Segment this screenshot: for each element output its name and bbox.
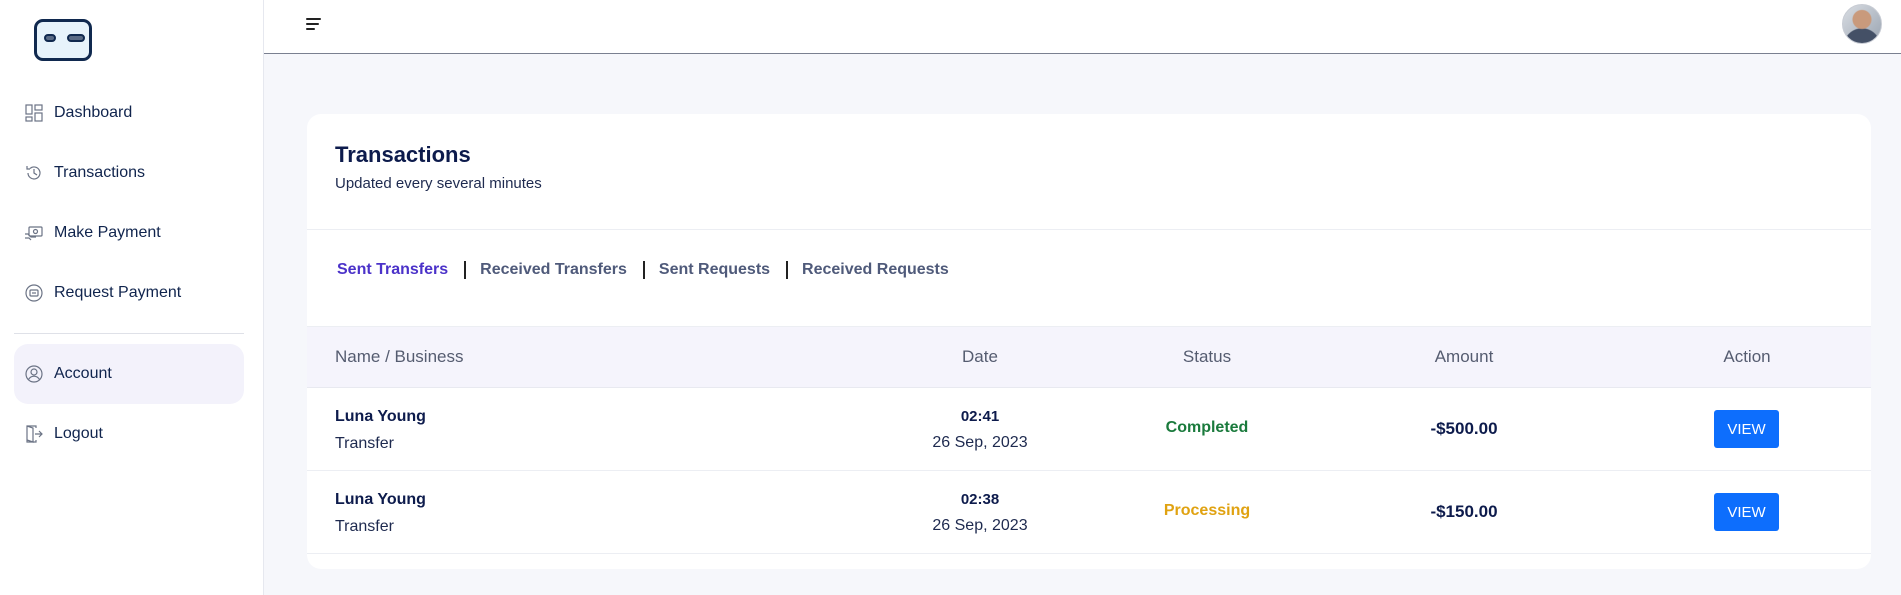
view-button[interactable]: VIEW	[1714, 410, 1779, 448]
dashboard-icon	[24, 103, 44, 123]
app-logo[interactable]	[34, 19, 92, 61]
column-header-status: Status	[1182, 347, 1232, 366]
transaction-type: Transfer	[335, 518, 394, 535]
tab-sent-requests[interactable]: Sent Requests	[659, 261, 770, 279]
transaction-time: 02:38	[960, 491, 1000, 508]
user-icon	[24, 364, 44, 384]
transaction-date: 26 Sep, 2023	[932, 434, 1028, 451]
request-payment-icon	[24, 283, 44, 303]
transaction-amount: -$150.00	[1430, 502, 1498, 521]
page-title: Transactions	[335, 142, 471, 167]
sidebar-item-make-payment[interactable]: Make Payment	[14, 203, 244, 263]
tab-separator	[464, 261, 467, 279]
sidebar-item-label: Transactions	[54, 164, 145, 181]
table-row: Luna Young Transfer 02:41 26 Sep, 2023 C…	[307, 388, 1871, 471]
transaction-tabs: Sent Transfers Received Transfers Sent R…	[337, 261, 949, 279]
recipient-name: Luna Young	[335, 408, 426, 425]
sidebar-item-label: Make Payment	[54, 224, 161, 241]
tab-separator	[642, 261, 645, 279]
tab-sent-transfers[interactable]: Sent Transfers	[337, 261, 448, 279]
transaction-amount: -$500.00	[1430, 419, 1498, 438]
cell-date: 02:38 26 Sep, 2023	[900, 491, 1060, 535]
sidebar-item-label: Logout	[54, 425, 103, 442]
sidebar-item-request-payment[interactable]: Request Payment	[14, 263, 244, 323]
cell-name: Luna Young Transfer	[335, 408, 426, 453]
table-header: Name / Business Date Status Amount Actio…	[307, 326, 1871, 388]
view-button[interactable]: VIEW	[1714, 493, 1779, 531]
status-badge: Processing	[1163, 502, 1251, 519]
top-bar	[264, 0, 1901, 54]
history-icon	[24, 163, 44, 183]
transaction-date: 26 Sep, 2023	[932, 517, 1028, 534]
sidebar-item-label: Account	[54, 365, 112, 382]
status-badge: Completed	[1165, 419, 1249, 436]
cell-date: 02:41 26 Sep, 2023	[900, 408, 1060, 452]
sidebar-item-transactions[interactable]: Transactions	[14, 143, 244, 203]
column-header-name: Name / Business	[335, 347, 464, 366]
tab-received-transfers[interactable]: Received Transfers	[480, 261, 627, 279]
recipient-name: Luna Young	[335, 491, 426, 508]
tab-received-requests[interactable]: Received Requests	[802, 261, 949, 279]
sidebar: Dashboard Transactions Make Payment Requ…	[0, 0, 264, 595]
logout-icon	[24, 424, 44, 444]
payment-icon	[24, 223, 44, 243]
sidebar-item-dashboard[interactable]: Dashboard	[14, 83, 244, 143]
column-header-amount: Amount	[1434, 347, 1494, 366]
sidebar-item-label: Request Payment	[54, 284, 182, 301]
sidebar-item-logout[interactable]: Logout	[14, 404, 244, 464]
sidebar-item-label: Dashboard	[54, 104, 133, 121]
page-subtitle: Updated every several minutes	[335, 175, 542, 192]
column-header-action: Action	[1723, 347, 1771, 366]
sidebar-item-account[interactable]: Account	[14, 344, 244, 404]
table-row: Luna Young Transfer 02:38 26 Sep, 2023 P…	[307, 471, 1871, 554]
divider	[307, 229, 1871, 230]
sidebar-divider	[14, 333, 244, 334]
transaction-type: Transfer	[335, 435, 394, 452]
avatar[interactable]	[1842, 4, 1882, 44]
column-header-date: Date	[962, 347, 998, 366]
menu-icon[interactable]	[306, 18, 324, 34]
tab-separator	[786, 261, 789, 279]
transactions-card: Transactions Updated every several minut…	[307, 114, 1871, 569]
transaction-time: 02:41	[960, 408, 1000, 425]
cell-name: Luna Young Transfer	[335, 491, 426, 536]
